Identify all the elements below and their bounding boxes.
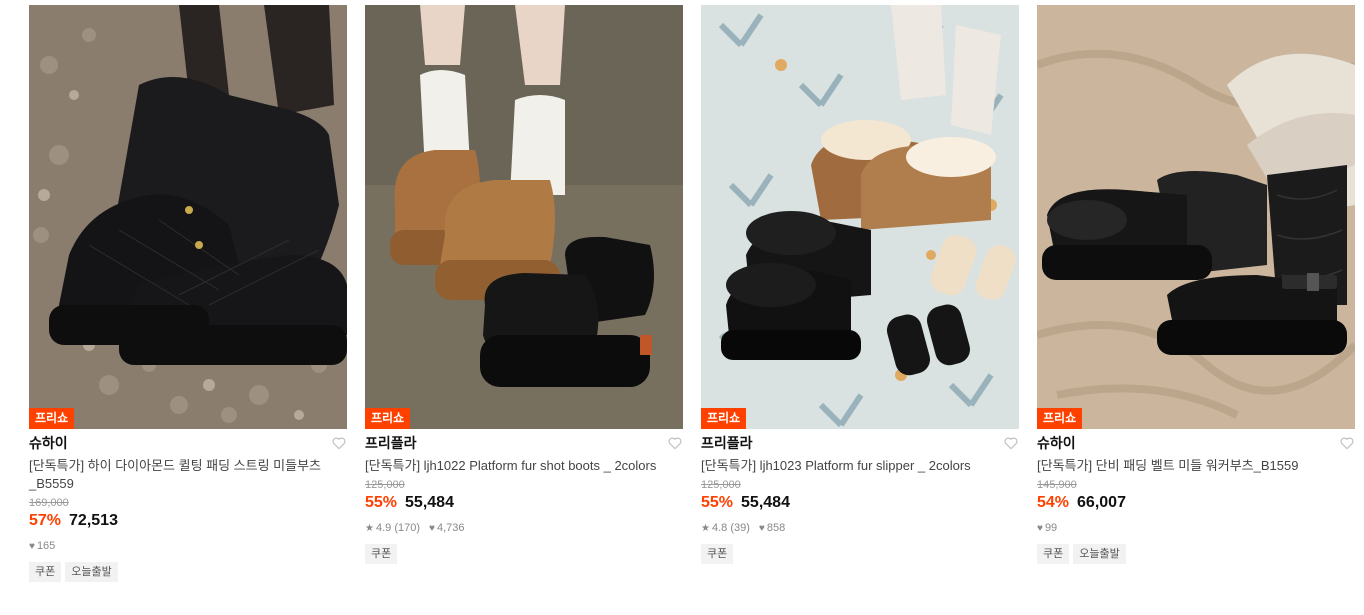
original-price: 169,000 xyxy=(29,497,69,509)
discount-rate: 57% xyxy=(29,512,62,529)
brand-name[interactable]: 슈하이 xyxy=(29,433,68,453)
star-icon: ★ xyxy=(365,522,374,534)
sale-price: 66,007 xyxy=(1077,494,1126,511)
discount-rate: 55% xyxy=(701,494,734,511)
original-price: 145,900 xyxy=(1037,479,1077,491)
product-stats: ★ 4.8 (39) ♥ 858 xyxy=(701,521,1019,535)
review-count: (39) xyxy=(730,522,750,534)
product-card[interactable]: 프리쇼 프리플라 [단독특가] ljh1022 Platform fur sho… xyxy=(365,5,683,564)
heart-filled-icon: ♥ xyxy=(1037,522,1043,534)
product-stats: ★ 4.9 (170) ♥ 4,736 xyxy=(365,521,683,535)
like-count: 858 xyxy=(766,522,786,534)
product-card[interactable]: 프리쇼 슈하이 [단독특가] 하이 다이아몬드 퀼팅 패딩 스트링 미들부츠_B… xyxy=(29,5,347,582)
rating: 4.9 xyxy=(375,522,392,534)
heart-icon[interactable] xyxy=(331,435,347,451)
preshow-badge: 프리쇼 xyxy=(1037,408,1083,429)
preshow-badge: 프리쇼 xyxy=(29,408,75,429)
like-count: 165 xyxy=(36,540,56,552)
sale-price: 55,484 xyxy=(405,494,454,511)
tag-coupon: 쿠폰 xyxy=(1037,544,1070,564)
review-count: (170) xyxy=(394,522,421,534)
star-icon: ★ xyxy=(701,522,710,534)
product-title[interactable]: [단독특가] ljh1023 Platform fur slipper _ 2c… xyxy=(701,457,1019,475)
tag-list: 쿠폰 오늘출발 xyxy=(1037,544,1355,564)
tag-coupon: 쿠폰 xyxy=(365,544,398,564)
heart-icon[interactable] xyxy=(1003,435,1019,451)
tag-coupon: 쿠폰 xyxy=(701,544,734,564)
product-image[interactable]: 프리쇼 xyxy=(365,5,683,429)
brand-name[interactable]: 슈하이 xyxy=(1037,433,1076,453)
tag-list: 쿠폰 xyxy=(701,544,1019,564)
brand-name[interactable]: 프리플라 xyxy=(365,433,417,453)
sale-price: 72,513 xyxy=(69,512,118,529)
rating: 4.8 xyxy=(711,522,728,534)
preshow-badge: 프리쇼 xyxy=(701,408,747,429)
product-grid: 프리쇼 슈하이 [단독특가] 하이 다이아몬드 퀼팅 패딩 스트링 미들부츠_B… xyxy=(0,0,1364,615)
sale-price: 55,484 xyxy=(741,494,790,511)
brand-name[interactable]: 프리플라 xyxy=(701,433,753,453)
product-card[interactable]: 프리쇼 프리플라 [단독특가] ljh1023 Platform fur sli… xyxy=(701,5,1019,564)
product-title[interactable]: [단독특가] 단비 패딩 벨트 미들 워커부츠_B1559 xyxy=(1037,457,1355,475)
tag-today-shipping: 오늘출발 xyxy=(65,562,118,582)
tag-list: 쿠폰 xyxy=(365,544,683,564)
heart-icon[interactable] xyxy=(667,435,683,451)
product-title[interactable]: [단독특가] 하이 다이아몬드 퀼팅 패딩 스트링 미들부츠_B5559 xyxy=(29,457,347,493)
original-price: 125,000 xyxy=(365,479,405,491)
product-stats: ♥ 99 xyxy=(1037,521,1355,535)
original-price: 125,000 xyxy=(701,479,741,491)
product-card[interactable]: 프리쇼 슈하이 [단독특가] 단비 패딩 벨트 미들 워커부츠_B1559 14… xyxy=(1037,5,1355,564)
product-image[interactable]: 프리쇼 xyxy=(701,5,1019,429)
heart-filled-icon: ♥ xyxy=(29,540,35,552)
product-title[interactable]: [단독특가] ljh1022 Platform fur shot boots _… xyxy=(365,457,683,475)
like-count: 99 xyxy=(1044,522,1058,534)
product-image[interactable]: 프리쇼 xyxy=(29,5,347,429)
like-count: 4,736 xyxy=(436,522,465,534)
tag-list: 쿠폰 오늘출발 xyxy=(29,562,347,582)
heart-filled-icon: ♥ xyxy=(758,522,765,534)
product-stats: ♥ 165 xyxy=(29,539,347,553)
discount-rate: 55% xyxy=(365,494,398,511)
product-image[interactable]: 프리쇼 xyxy=(1037,5,1355,429)
discount-rate: 54% xyxy=(1037,494,1070,511)
tag-today-shipping: 오늘출발 xyxy=(1073,544,1126,564)
tag-coupon: 쿠폰 xyxy=(29,562,62,582)
preshow-badge: 프리쇼 xyxy=(365,408,411,429)
heart-filled-icon: ♥ xyxy=(429,522,435,534)
heart-icon[interactable] xyxy=(1339,435,1355,451)
